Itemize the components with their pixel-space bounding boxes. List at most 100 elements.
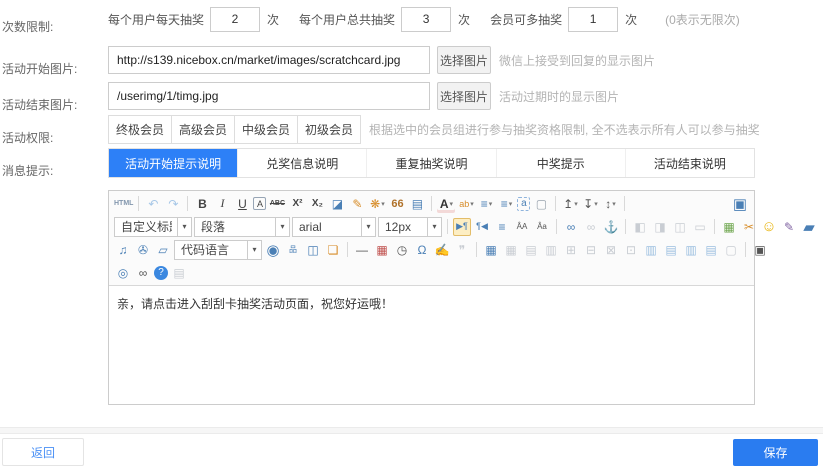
- time-button[interactable]: ◷: [393, 241, 411, 259]
- blockquote-button[interactable]: 66: [388, 195, 406, 213]
- dir-ltr-button[interactable]: ▶¶: [453, 218, 471, 236]
- strikethrough-button[interactable]: ABC: [268, 195, 286, 213]
- member-group-ultimate-button[interactable]: 终极会员: [108, 115, 172, 144]
- attachment-button[interactable]: ✇: [134, 241, 152, 259]
- underline-button[interactable]: U: [233, 195, 251, 213]
- delete-table-button[interactable]: ▦: [502, 241, 520, 259]
- tab-activity-end[interactable]: 活动结束说明: [625, 149, 754, 177]
- total-draw-field: 每个用户总共抽奖 次: [299, 7, 490, 32]
- daily-draw-unit: 次: [267, 11, 279, 28]
- insert-frame-button[interactable]: ▱: [154, 241, 172, 259]
- font-color-button[interactable]: A▾: [437, 195, 455, 213]
- help-button[interactable]: ?: [154, 266, 168, 280]
- font-family-select[interactable]: arial▾: [292, 217, 376, 237]
- back-button[interactable]: 返回: [2, 438, 84, 466]
- split-cols-button[interactable]: ▤: [702, 241, 720, 259]
- member-group-senior-button[interactable]: 高级会员: [171, 115, 235, 144]
- member-group-junior-button[interactable]: 初级会员: [297, 115, 361, 144]
- emotion-button[interactable]: ☺: [760, 218, 778, 236]
- anchor-link-button[interactable]: a: [517, 197, 530, 211]
- custom-title-select[interactable]: 自定义标题▾: [114, 217, 192, 237]
- font-size-select[interactable]: 12px▾: [378, 217, 442, 237]
- start-image-input[interactable]: [108, 46, 430, 74]
- line-height-button[interactable]: ↕▾: [601, 195, 619, 213]
- clipboard-button[interactable]: ▤: [170, 264, 188, 282]
- end-image-input[interactable]: [108, 82, 430, 110]
- unordered-list-button[interactable]: ≡▾: [497, 195, 515, 213]
- format-brush-button[interactable]: ✎: [348, 195, 366, 213]
- insert-table-button[interactable]: ▦: [482, 241, 500, 259]
- google-map-button[interactable]: ◉: [264, 241, 282, 259]
- table-title-button[interactable]: ▤: [522, 241, 540, 259]
- auto-typeset-button[interactable]: ❋▾: [368, 195, 386, 213]
- italic-button[interactable]: I: [213, 195, 231, 213]
- special-char-button[interactable]: Ω: [413, 241, 431, 259]
- new-page-button[interactable]: ▢: [532, 195, 550, 213]
- screenshot-button[interactable]: ✂: [740, 218, 758, 236]
- image-right-button[interactable]: ◨: [651, 218, 669, 236]
- columns-button[interactable]: ◫: [304, 241, 322, 259]
- insert-video-button[interactable]: ▰: [800, 218, 818, 236]
- tab-win-tip[interactable]: 中奖提示: [496, 149, 625, 177]
- image-none-button[interactable]: ▭: [691, 218, 709, 236]
- paste-plain-button[interactable]: ▤: [408, 195, 426, 213]
- link-button[interactable]: ∞: [562, 218, 580, 236]
- editor-content[interactable]: 亲，请点击进入刮刮卡抽奖活动页面，祝您好运哦！: [109, 286, 754, 404]
- print-button[interactable]: ▣: [751, 241, 769, 259]
- image-left-button[interactable]: ◧: [631, 218, 649, 236]
- organization-button[interactable]: 品: [284, 241, 302, 259]
- font-border-button[interactable]: A: [253, 197, 266, 210]
- tab-activity-start-tip[interactable]: 活动开始提示说明: [109, 149, 237, 177]
- source-code-button[interactable]: HTML: [114, 195, 133, 213]
- find-replace-button[interactable]: ∞: [134, 264, 152, 282]
- bold-button[interactable]: B: [193, 195, 211, 213]
- insert-image-button[interactable]: ▦: [720, 218, 738, 236]
- word-image-button[interactable]: ❏: [324, 241, 342, 259]
- superscript-button[interactable]: X²: [288, 195, 306, 213]
- paragraph-spacing-top-button[interactable]: ↥▾: [561, 195, 579, 213]
- start-image-pick-button[interactable]: 选择图片: [437, 46, 491, 74]
- daily-draw-input[interactable]: [210, 7, 260, 32]
- total-draw-input[interactable]: [401, 7, 451, 32]
- delete-row-button[interactable]: ⊠: [602, 241, 620, 259]
- undo-button[interactable]: ↶: [144, 195, 162, 213]
- subscript-button[interactable]: X₂: [308, 195, 326, 213]
- lowercase-button[interactable]: Âa: [533, 218, 551, 236]
- fullscreen-button[interactable]: ▣: [731, 195, 749, 213]
- page-template-button[interactable]: ▢: [722, 241, 740, 259]
- redo-button[interactable]: ↷: [164, 195, 182, 213]
- eraser-button[interactable]: ◪: [328, 195, 346, 213]
- tab-redeem-info[interactable]: 兑奖信息说明: [237, 149, 366, 177]
- preview-button[interactable]: ◎: [114, 264, 132, 282]
- paragraph-format-button[interactable]: ≡: [493, 218, 511, 236]
- save-button[interactable]: 保存: [733, 439, 818, 466]
- merge-right-button[interactable]: ▥: [642, 241, 660, 259]
- member-group-middle-button[interactable]: 中级会员: [234, 115, 298, 144]
- paragraph-select[interactable]: 段落▾: [194, 217, 290, 237]
- insert-col-button[interactable]: ⊟: [582, 241, 600, 259]
- dir-rtl-button[interactable]: ¶◀: [473, 218, 491, 236]
- image-center-button[interactable]: ◫: [671, 218, 689, 236]
- anchor-button[interactable]: ⚓: [602, 218, 620, 236]
- ordered-list-button[interactable]: ≡▾: [477, 195, 495, 213]
- cite-button[interactable]: ❞: [453, 241, 471, 259]
- unlink-button[interactable]: ∞: [582, 218, 600, 236]
- chevron-down-icon: ▾: [247, 241, 261, 259]
- date-button[interactable]: ▦: [373, 241, 391, 259]
- end-image-pick-button[interactable]: 选择图片: [437, 82, 491, 110]
- member-extra-draw-input[interactable]: [568, 7, 618, 32]
- highlight-color-button[interactable]: ab▾: [457, 195, 475, 213]
- scrawl-button[interactable]: ✎: [780, 218, 798, 236]
- merge-cells-button[interactable]: ▥: [542, 241, 560, 259]
- split-rows-button[interactable]: ▥: [682, 241, 700, 259]
- code-language-select[interactable]: 代码语言▾: [174, 240, 262, 260]
- comment-button[interactable]: ✍: [433, 241, 451, 259]
- delete-col-button[interactable]: ⊡: [622, 241, 640, 259]
- tab-repeat-draw[interactable]: 重复抽奖说明: [366, 149, 495, 177]
- music-button[interactable]: ♫: [114, 241, 132, 259]
- uppercase-button[interactable]: ÂA: [513, 218, 531, 236]
- horizontal-rule-button[interactable]: —: [353, 241, 371, 259]
- paragraph-spacing-bottom-button[interactable]: ↧▾: [581, 195, 599, 213]
- insert-row-button[interactable]: ⊞: [562, 241, 580, 259]
- merge-down-button[interactable]: ▤: [662, 241, 680, 259]
